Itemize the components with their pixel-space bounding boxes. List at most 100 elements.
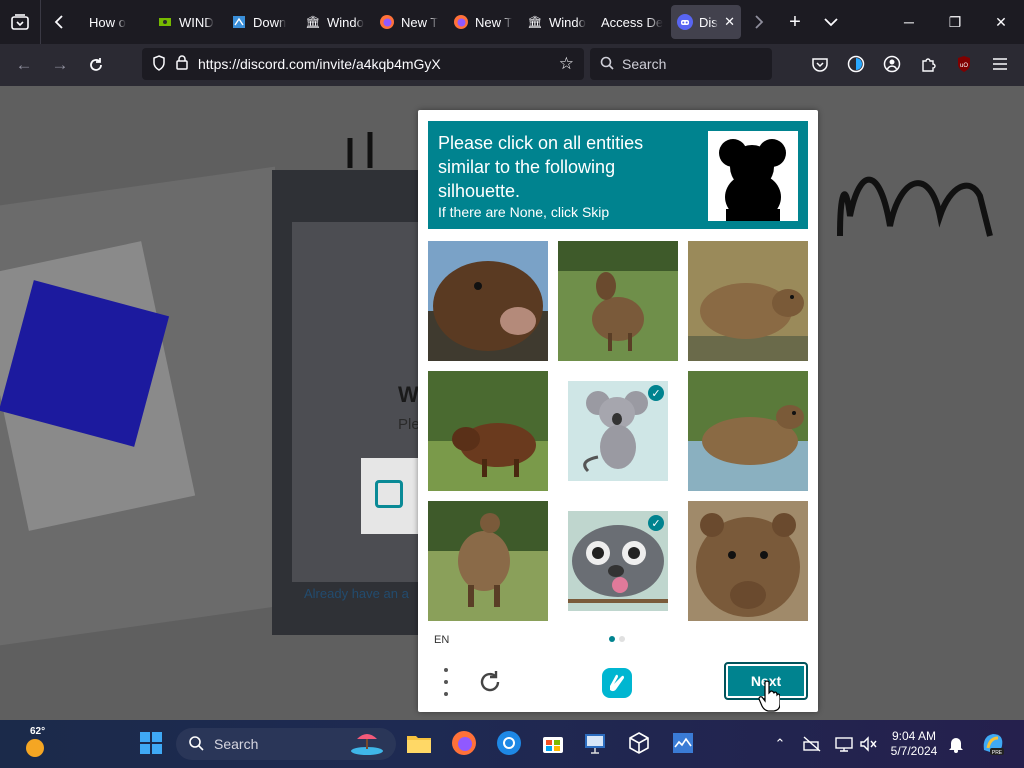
task-manager-icon[interactable] (670, 730, 696, 756)
background-scribble (347, 132, 373, 168)
captcha-image-capybara[interactable] (428, 371, 548, 491)
lock-icon[interactable] (176, 55, 188, 73)
scroll-tabs-left-icon[interactable] (40, 0, 77, 44)
background-scribble (837, 176, 993, 237)
search-icon (600, 56, 614, 73)
captcha-prompt-subtext: If there are None, click Skip (438, 204, 610, 220)
koala-silhouette-image (708, 131, 798, 221)
tab-title: Windo (549, 14, 586, 30)
address-bar[interactable]: https://discord.com/invite/a4kqb4mGyX ☆ (142, 48, 584, 80)
invite-title: W (398, 382, 419, 407)
list-all-tabs-icon[interactable] (813, 0, 849, 44)
tab[interactable]: 🏛 Windo (299, 5, 373, 39)
captcha-menu-icon[interactable] (438, 668, 454, 696)
tab-title: New T (401, 14, 439, 30)
firefox-icon (453, 14, 469, 30)
network-off-icon[interactable] (802, 734, 822, 754)
display-icon[interactable] (834, 734, 854, 754)
captcha-image-capybara[interactable] (558, 241, 678, 361)
selected-check-icon: ✓ (648, 385, 664, 401)
account-icon[interactable] (880, 52, 904, 76)
tab[interactable]: WIND (151, 5, 225, 39)
volume-muted-icon[interactable] (858, 734, 878, 754)
captcha-image-capybara[interactable] (688, 501, 808, 621)
checkbox[interactable] (375, 480, 403, 508)
tab[interactable]: Down (225, 5, 299, 39)
page-dot-current (609, 636, 615, 642)
firefox-icon[interactable] (451, 730, 477, 756)
chrome-icon[interactable] (496, 730, 522, 756)
captcha-image-koala[interactable]: ✓ (568, 381, 668, 481)
pocket-icon[interactable] (808, 52, 832, 76)
already-have-account-link[interactable]: Already have an a (304, 586, 409, 601)
tab-active[interactable]: Dis ✕ (671, 5, 741, 39)
hamburger-menu-icon[interactable] (988, 52, 1012, 76)
tab[interactable]: New T (373, 5, 447, 39)
show-hidden-icons-chevron-icon[interactable]: ⌃ (770, 734, 790, 754)
scroll-tabs-right-icon[interactable] (741, 0, 777, 44)
reload-icon[interactable] (78, 49, 114, 81)
back-icon[interactable]: ← (6, 49, 42, 81)
museum-icon: 🏛 (305, 15, 321, 29)
captcha-image-boar[interactable] (428, 241, 548, 361)
start-icon[interactable] (138, 730, 164, 756)
hand-cursor-icon (758, 680, 780, 712)
tab[interactable]: 🏛 Windo (521, 5, 595, 39)
tab-manager-icon[interactable] (0, 0, 40, 44)
close-window-icon[interactable]: ✕ (978, 0, 1024, 44)
tab-strip: How o WIND Down 🏛 Windo New T New T 🏛 Wi… (0, 0, 1024, 44)
copilot-icon[interactable]: PRE (980, 730, 1006, 756)
presentation-icon[interactable] (582, 730, 608, 756)
tab-title: How o (89, 14, 126, 30)
url-text[interactable]: https://discord.com/invite/a4kqb4mGyX (198, 56, 441, 72)
3d-box-icon[interactable] (626, 730, 652, 756)
extension-timer-icon[interactable] (844, 52, 868, 76)
tab-title: Access De (601, 14, 664, 30)
windows-update-icon (231, 14, 247, 30)
museum-icon: 🏛 (527, 15, 543, 29)
invite-checkbox-container (361, 458, 421, 534)
svg-text:PRE: PRE (992, 750, 1003, 756)
search-icon (188, 735, 204, 754)
nvidia-icon (157, 14, 173, 30)
weather-temperature: 62° (30, 726, 46, 737)
bookmark-star-icon[interactable]: ☆ (559, 54, 574, 74)
tab[interactable]: New T (447, 5, 521, 39)
minimize-icon[interactable]: ─ (886, 0, 932, 44)
tracking-protection-shield-icon[interactable] (152, 54, 166, 74)
captcha-image-koala[interactable]: ✓ (568, 511, 668, 611)
svg-text:uO: uO (960, 63, 968, 69)
captcha-image-capybara[interactable] (428, 501, 548, 621)
search-bar[interactable]: Search (590, 48, 772, 80)
tab[interactable]: Access De (595, 5, 671, 39)
captcha-prompt-text: Please click on all entities similar to … (438, 133, 644, 201)
beach-widget-icon (350, 731, 384, 758)
clock-date: 5/7/2024 (890, 744, 938, 758)
selected-check-icon: ✓ (648, 515, 664, 531)
language-selector[interactable]: EN (434, 634, 449, 646)
tab[interactable]: How o (77, 5, 151, 39)
tab-title: WIND (179, 14, 214, 30)
microsoft-store-icon[interactable] (540, 730, 566, 756)
page-indicator (609, 636, 625, 642)
system-clock[interactable]: 9:04 AM 5/7/2024 (884, 729, 944, 759)
forward-icon[interactable]: → (42, 49, 78, 81)
close-tab-icon[interactable]: ✕ (724, 14, 735, 30)
taskbar-search-label: Search (214, 736, 259, 752)
notifications-bell-icon[interactable] (946, 734, 966, 754)
file-explorer-icon[interactable] (406, 730, 432, 756)
firefox-icon (379, 14, 395, 30)
hcaptcha-logo-icon[interactable] (600, 666, 634, 700)
captcha-refresh-icon[interactable] (476, 668, 504, 696)
restore-icon[interactable]: ❐ (932, 0, 978, 44)
ublock-origin-icon[interactable]: uO (952, 52, 976, 76)
page-dot (619, 636, 625, 642)
discord-icon (677, 14, 693, 30)
tab-title: Down (253, 14, 287, 30)
new-tab-icon[interactable]: + (777, 0, 813, 44)
tab-title: New T (475, 14, 513, 30)
taskbar-search-box[interactable]: Search (176, 728, 396, 760)
captcha-image-capybara[interactable] (688, 371, 808, 491)
captcha-image-capybara[interactable] (688, 241, 808, 361)
extensions-puzzle-icon[interactable] (916, 52, 940, 76)
